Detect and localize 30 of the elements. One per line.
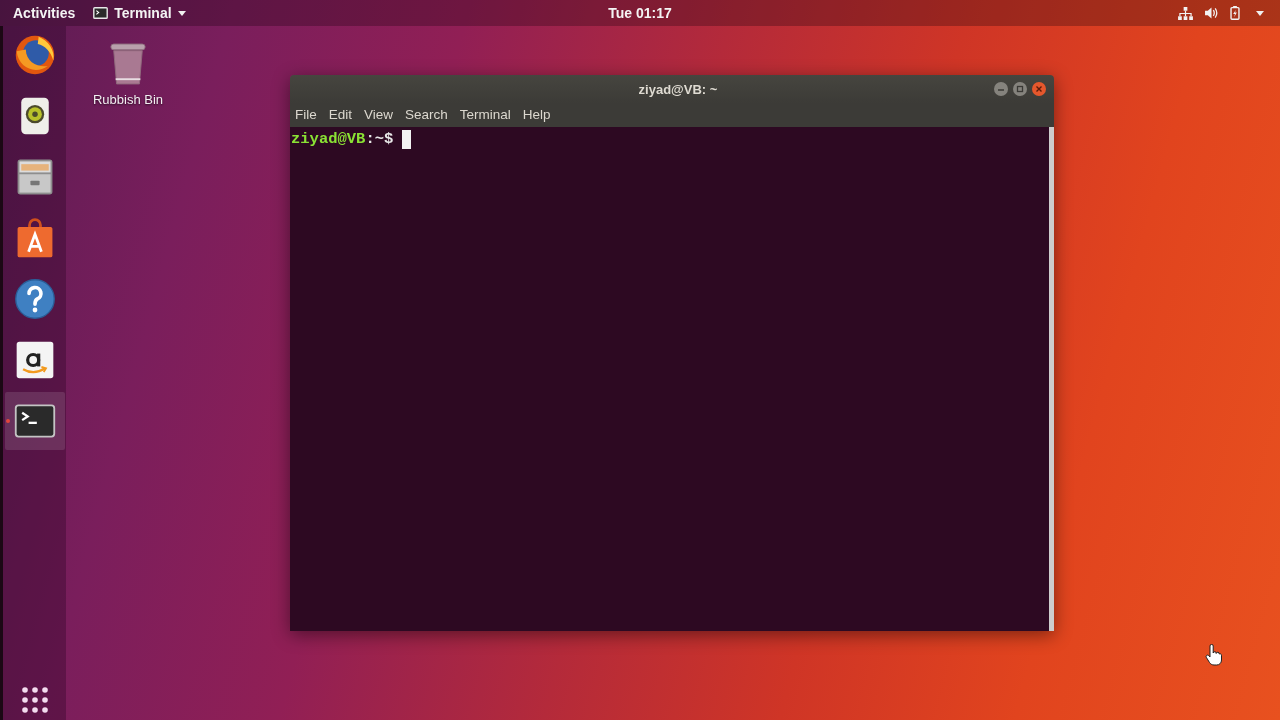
help-icon xyxy=(12,277,57,321)
caret-icon xyxy=(177,10,186,16)
cursor-block-icon xyxy=(402,129,412,149)
dock-item[interactable] xyxy=(4,392,65,450)
app-menu-button[interactable]: Terminal xyxy=(93,3,186,23)
menu-item[interactable]: Help xyxy=(517,104,556,126)
terminal-icon xyxy=(93,7,109,19)
minimize-button[interactable] xyxy=(994,82,1008,96)
hand-pointer-icon xyxy=(1205,644,1222,666)
menu-item[interactable]: File xyxy=(290,104,322,126)
caret-icon[interactable] xyxy=(1256,10,1264,16)
maximize-icon xyxy=(1016,85,1024,93)
menu-item[interactable]: Search xyxy=(400,104,453,126)
battery-icon[interactable] xyxy=(1230,6,1240,20)
clock[interactable]: Tue 01:17 xyxy=(608,3,672,23)
volume-icon[interactable] xyxy=(1205,7,1218,19)
network-icon[interactable] xyxy=(1178,6,1193,20)
close-icon xyxy=(1035,85,1043,93)
scrollbar[interactable] xyxy=(1049,127,1054,631)
menu-item[interactable]: Edit xyxy=(323,104,358,126)
shell-prompt: ziyad@VB:~$ xyxy=(291,129,394,149)
app-grid-icon xyxy=(19,685,50,715)
window-title: ziyad@VB: ~ xyxy=(638,81,718,97)
desktop-icon-label[interactable]: Rubbish Bin xyxy=(92,92,164,107)
trash-icon[interactable] xyxy=(109,42,147,86)
menu-item[interactable]: Terminal xyxy=(454,104,516,126)
activities-button[interactable]: Activities xyxy=(13,3,76,23)
close-button[interactable] xyxy=(1032,82,1046,96)
maximize-button[interactable] xyxy=(1013,82,1027,96)
menu-item[interactable]: View xyxy=(359,104,399,126)
